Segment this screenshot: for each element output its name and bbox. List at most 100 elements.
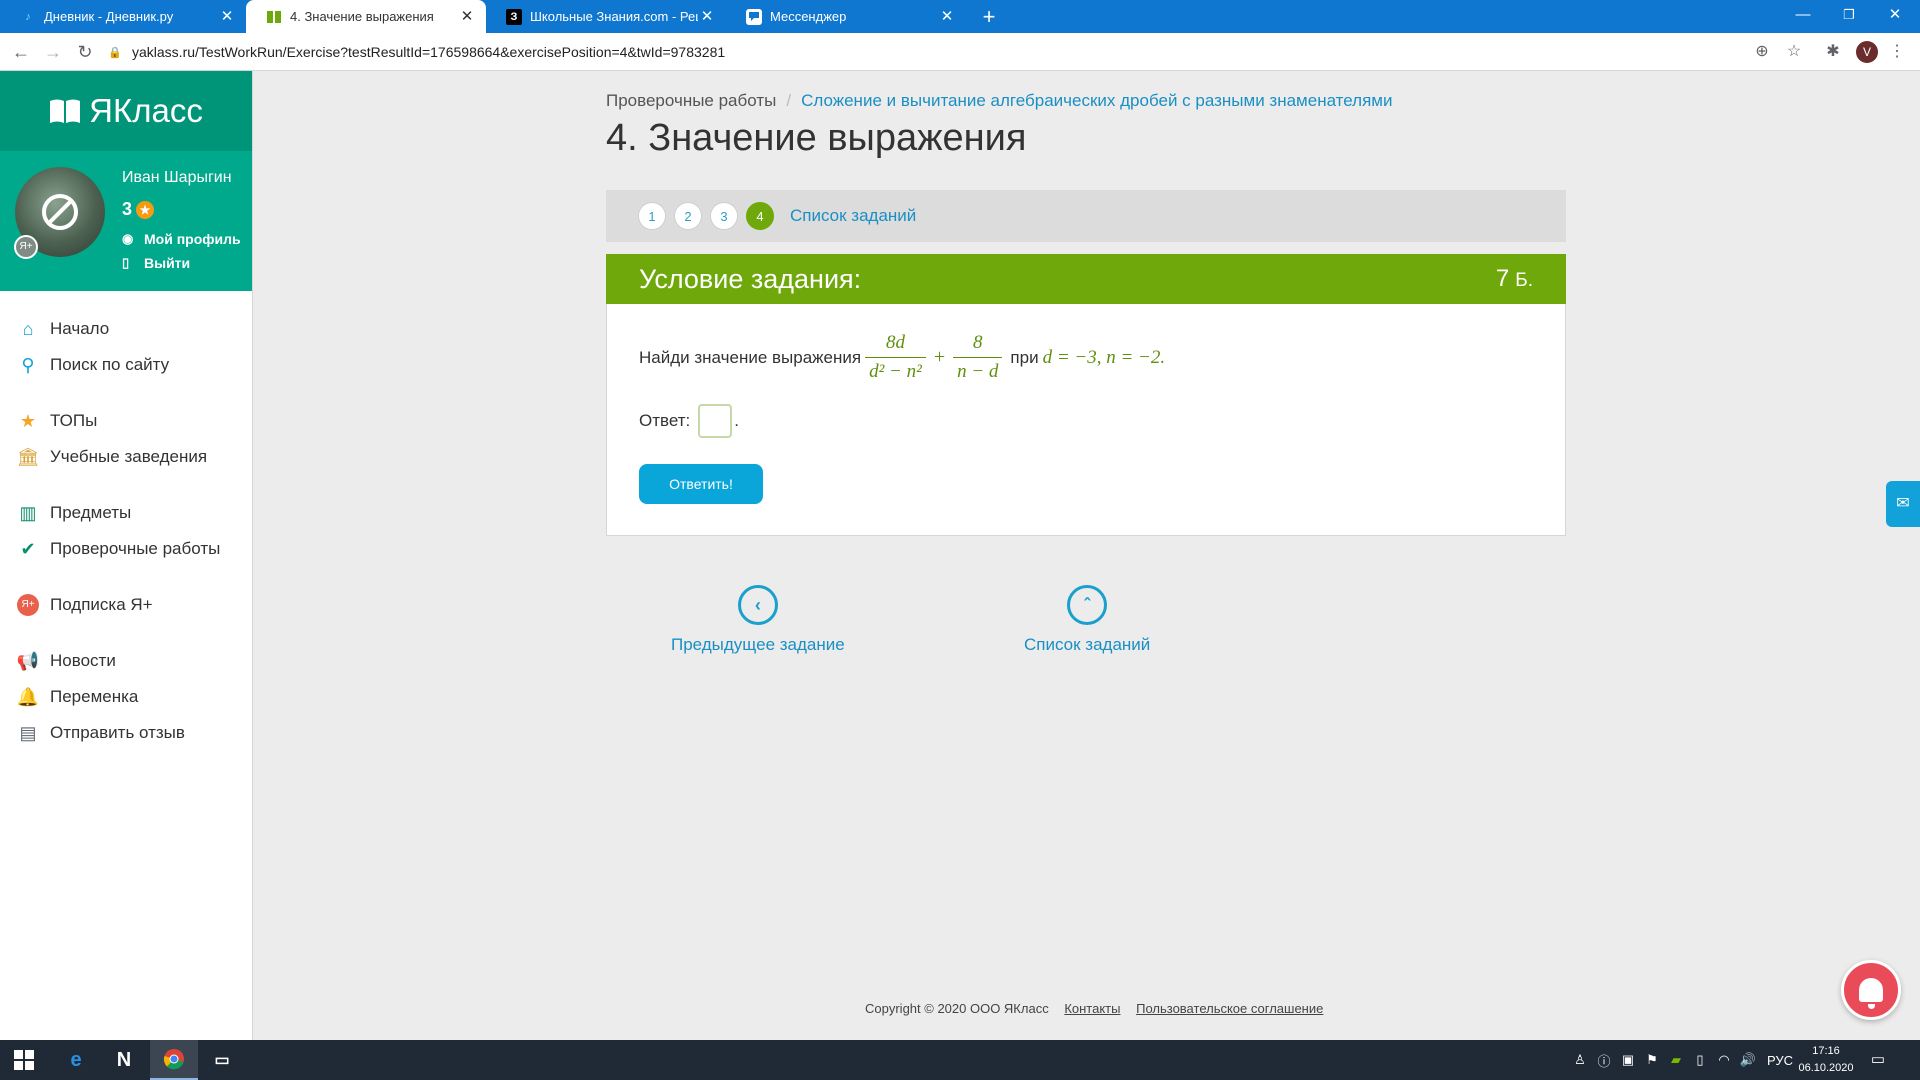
fraction-2-numerator: 8	[973, 332, 983, 353]
close-icon[interactable]: ✕	[218, 8, 236, 26]
star-icon: ★	[19, 410, 37, 431]
sidebar-item-feedback[interactable]: ▤ Отправить отзыв	[0, 715, 252, 751]
sidebar-item-label: Отправить отзыв	[50, 723, 185, 742]
task-list-link[interactable]: Список заданий	[790, 206, 916, 226]
task-list-label: Список заданий	[1024, 635, 1151, 654]
window-close-icon[interactable]: ✕	[1872, 0, 1918, 33]
sidebar-item-home[interactable]: ⌂ Начало	[0, 311, 252, 347]
sidebar-item-label: Переменка	[50, 687, 139, 706]
browser-menu-icon[interactable]: ⋮	[1886, 41, 1908, 63]
site-logo[interactable]: ЯКласс	[0, 71, 252, 151]
condition-values: d = −3, n = −2.	[1042, 346, 1166, 368]
book-icon	[50, 99, 81, 123]
tab-title: Школьные Знания.com - Решае	[530, 9, 698, 24]
address-bar[interactable]: 🔒 yaklass.ru/TestWorkRun/Exercise?testRe…	[108, 37, 1788, 67]
install-icon[interactable]: ⊕	[1751, 41, 1773, 63]
sidebar-item-label: Предметы	[50, 503, 132, 522]
sidebar-item-news[interactable]: 📢 Новости	[0, 643, 252, 679]
wifi-icon[interactable]: ◠	[1712, 1052, 1736, 1068]
school-icon: 🏛	[16, 446, 40, 467]
sidebar-item-subjects[interactable]: ▥ Предметы	[0, 495, 252, 531]
sidebar: ЯКласс Я+ Иван Шарыгин 3 ★ ◉ Мой профиль…	[0, 71, 253, 1040]
forward-icon[interactable]: →	[40, 39, 66, 65]
task-body: Найди значение выражения 8d d² − n² + 8 …	[606, 304, 1566, 536]
points-value: 3	[122, 199, 133, 219]
user-name[interactable]: Иван Шарыгин	[122, 169, 232, 187]
task-list-nav-link[interactable]: ˆ Список заданий	[1024, 585, 1150, 655]
task-points: 7 Б.	[1496, 265, 1533, 293]
agreement-link[interactable]: Пользовательское соглашение	[1136, 1001, 1323, 1016]
browser-tab-yaklass[interactable]: 4. Значение выражения ✕	[246, 0, 486, 33]
clock-date: 06.10.2020	[1798, 1062, 1854, 1074]
browser-tab-znanija[interactable]: З Школьные Знания.com - Решае ✕	[486, 0, 726, 33]
breadcrumb-root[interactable]: Проверочные работы	[606, 91, 776, 110]
browser-tab-dnevnik[interactable]: ♪ Дневник - Дневник.ру ✕	[0, 0, 246, 33]
minimize-icon[interactable]: —	[1780, 0, 1826, 33]
lock-icon: 🔒	[108, 46, 122, 59]
close-icon[interactable]: ✕	[458, 8, 476, 26]
restore-icon[interactable]: ❐	[1826, 0, 1872, 33]
battery-icon[interactable]: ▯	[1688, 1052, 1712, 1068]
fraction-1-numerator: 8d	[885, 332, 905, 353]
logout-link[interactable]: ▯ Выйти	[122, 255, 190, 271]
system-tray: ♙ ⓘ ▣ ⚑ ▰ ▯ ◠ 🔊 РУС	[1568, 1040, 1800, 1080]
mail-icon[interactable]: ✉	[1886, 481, 1920, 527]
sidebar-item-tops[interactable]: ★ ТОПы	[0, 403, 252, 439]
clock[interactable]: 17:16 06.10.2020	[1795, 1043, 1857, 1077]
reload-icon[interactable]: ↻	[72, 39, 98, 65]
breadcrumb-topic[interactable]: Сложение и вычитание алгебраических дроб…	[801, 91, 1392, 110]
fraction-2-denominator: n − d	[953, 357, 1003, 383]
info-icon[interactable]: ⓘ	[1592, 1051, 1616, 1070]
back-icon[interactable]: ←	[8, 39, 34, 65]
explorer-icon[interactable]: ▭	[198, 1040, 246, 1080]
my-profile-link[interactable]: ◉ Мой профиль	[122, 231, 241, 247]
volume-icon[interactable]: 🔊	[1736, 1052, 1760, 1068]
language-indicator[interactable]: РУС	[1760, 1053, 1800, 1068]
fraction-1: 8d d² − n²	[865, 332, 926, 383]
close-icon[interactable]: ✕	[938, 8, 956, 26]
browser-profile-avatar[interactable]: V	[1856, 41, 1878, 63]
breadcrumb: Проверочные работы / Сложение и вычитание …	[606, 91, 1392, 111]
fraction-2: 8 n − d	[953, 332, 1003, 383]
person-icon[interactable]: ♙	[1568, 1052, 1592, 1068]
sidebar-item-break[interactable]: 🔔 Переменка	[0, 679, 252, 715]
task-points-unit: Б.	[1515, 270, 1533, 291]
contacts-link[interactable]: Контакты	[1064, 1001, 1120, 1016]
chevron-up-icon: ˆ	[1067, 585, 1108, 625]
sidebar-item-search[interactable]: ⚲ Поиск по сайту	[0, 347, 252, 383]
ya-plus-badge: Я+	[14, 235, 38, 259]
my-profile-label: Мой профиль	[144, 231, 241, 247]
sidebar-item-tests[interactable]: ✔ Проверочные работы	[0, 531, 252, 567]
flag-icon[interactable]: ⚑	[1640, 1052, 1664, 1068]
action-center-icon[interactable]: ▭	[1868, 1050, 1888, 1070]
close-icon[interactable]: ✕	[698, 8, 716, 26]
edge-icon[interactable]: e	[52, 1040, 100, 1080]
task-pager: 1 2 3 4 Список заданий	[606, 190, 1566, 242]
submit-button[interactable]: Ответить!	[639, 464, 763, 504]
pager-item-2[interactable]: 2	[674, 202, 702, 230]
answer-label: Ответ:	[639, 411, 691, 430]
logout-label: Выйти	[144, 255, 191, 271]
chrome-icon[interactable]	[150, 1040, 198, 1080]
start-button[interactable]	[0, 1040, 48, 1080]
nvidia-icon[interactable]: ▰	[1664, 1052, 1688, 1068]
sidebar-item-schools[interactable]: 🏛 Учебные заведения	[0, 439, 252, 475]
sidebar-item-subscription[interactable]: Я+ Подписка Я+	[0, 587, 252, 623]
task-header: Условие задания: 7 Б.	[606, 254, 1566, 304]
sidebar-item-label: Новости	[50, 651, 116, 670]
prev-task-label: Предыдущее задание	[671, 635, 845, 654]
pager-item-1[interactable]: 1	[638, 202, 666, 230]
browser-tab-messenger[interactable]: Мессенджер ✕	[726, 0, 966, 33]
app-tray-icon[interactable]: ▣	[1616, 1052, 1640, 1068]
bookmark-star-icon[interactable]: ☆	[1783, 41, 1805, 63]
prev-task-link[interactable]: ‹ Предыдущее задание	[671, 585, 845, 655]
bell-icon	[1859, 978, 1883, 1009]
notification-bell-button[interactable]	[1841, 960, 1901, 1020]
new-tab-button[interactable]: +	[976, 4, 1002, 30]
n-app-icon[interactable]: N	[100, 1040, 148, 1080]
pager-item-3[interactable]: 3	[710, 202, 738, 230]
extensions-icon[interactable]: ✱	[1822, 41, 1844, 63]
answer-input[interactable]	[698, 404, 733, 438]
browser-toolbar: ← → ↻ 🔒 yaklass.ru/TestWorkRun/Exercise?…	[0, 33, 1920, 71]
pager-item-4[interactable]: 4	[746, 202, 774, 230]
